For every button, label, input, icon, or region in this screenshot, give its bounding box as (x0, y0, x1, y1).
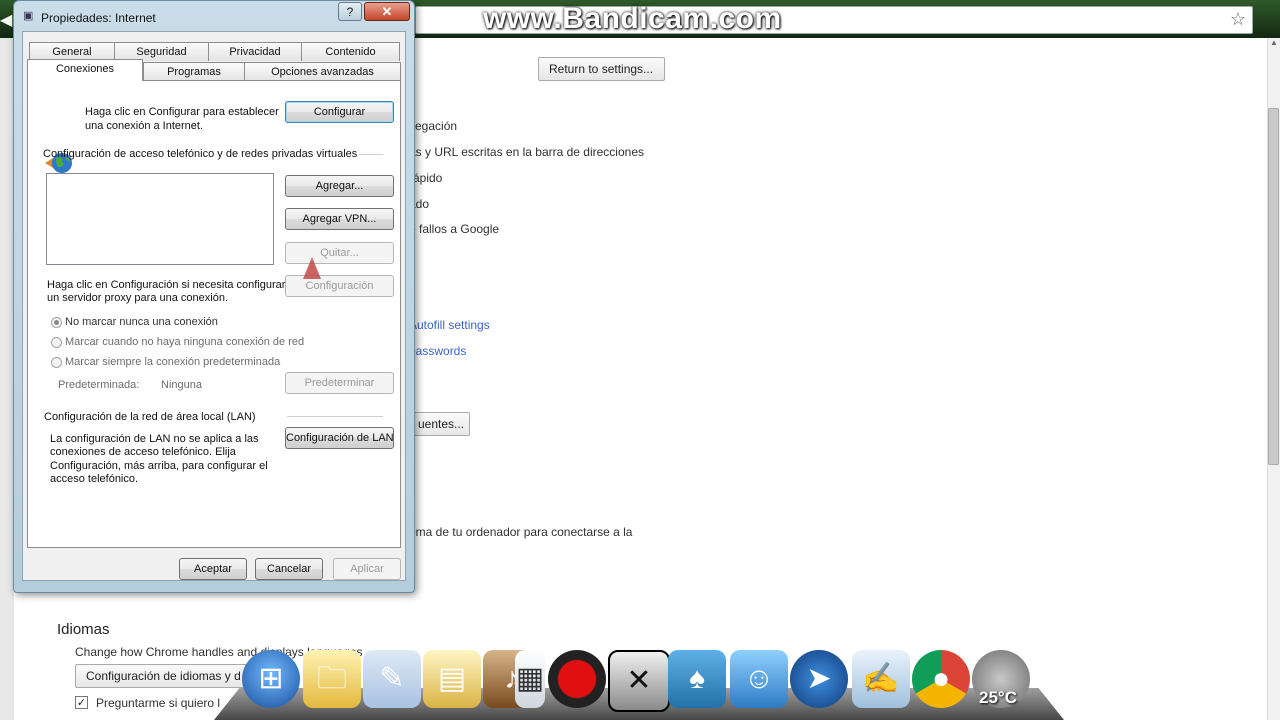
configure-button[interactable]: Configurar (285, 101, 394, 123)
default-value: Ninguna (161, 379, 202, 391)
translate-checkbox[interactable]: ✓ (75, 696, 88, 709)
tab-privacidad[interactable]: Privacidad (208, 42, 302, 61)
add-button[interactable]: Agregar... (285, 175, 394, 197)
radio-dial-when-no-network[interactable] (51, 337, 62, 348)
connections-listbox[interactable] (46, 173, 274, 265)
dialup-heading: Configuración de acceso telefónico y de … (43, 148, 358, 160)
xfire-icon[interactable]: ✕ (608, 650, 670, 712)
radio-always-dial[interactable] (51, 357, 62, 368)
remove-button[interactable]: Quitar... (285, 242, 394, 264)
intro-text-line1: Haga clic en Configurar para establecer (85, 106, 279, 118)
radio-label-dial-when-no-network: Marcar cuando no haya ninguna conexión d… (65, 336, 305, 348)
radio-never-dial[interactable] (51, 317, 62, 328)
folder-icon[interactable]: 🗀 (303, 650, 361, 708)
tab-opciones-avanzadas[interactable]: Opciones avanzadas (244, 62, 401, 81)
notepad-icon[interactable]: ✍ (852, 650, 910, 708)
connections-panel: Haga clic en Configurar para establecer … (27, 80, 401, 548)
scrollbar-thumb[interactable] (1268, 108, 1279, 465)
bookmark-star-icon[interactable]: ☆ (1230, 10, 1246, 28)
set-default-button[interactable]: Predeterminar (285, 372, 394, 394)
back-arrow-icon[interactable]: ◀ (0, 10, 12, 30)
autofill-settings-link[interactable]: Autofill settings (409, 318, 490, 332)
dialog-body: General Seguridad Privacidad Contenido C… (22, 31, 406, 581)
lan-settings-button[interactable]: Configuración de LAN (285, 427, 394, 449)
chrome-icon[interactable]: ● (912, 650, 970, 708)
radio-label-never-dial: No marcar nunca una conexión (65, 316, 218, 328)
settings-button[interactable]: Configuración (285, 275, 394, 297)
tab-conexiones[interactable]: Conexiones (27, 59, 143, 81)
windows-start-icon[interactable]: ⊞ (242, 650, 300, 708)
internet-properties-dialog: ▣ Propiedades: Internet ? ✕ General Segu… (13, 0, 415, 593)
mouse-cursor-icon (303, 257, 321, 279)
tab-contenido[interactable]: Contenido (301, 42, 400, 61)
fonts-button[interactable]: uentes... (407, 412, 470, 436)
lan-heading: Configuración de la red de área local (L… (44, 411, 256, 423)
lan-text-line2: conexiones de acceso telefónico. Elija (50, 446, 236, 458)
lan-text-line1: La configuración de LAN no se aplica a l… (50, 433, 259, 445)
language-settings-button[interactable]: Configuración de idiomas y d (75, 664, 255, 688)
languages-title: Idiomas (57, 621, 110, 638)
close-button[interactable]: ✕ (364, 2, 410, 21)
record-icon[interactable] (548, 650, 606, 708)
tab-programas[interactable]: Programas (143, 62, 245, 81)
lan-text-line3: Configuración, más arriba, para configur… (50, 460, 268, 472)
cancel-button[interactable]: Cancelar (255, 558, 323, 580)
passwords-link[interactable]: passwords (409, 344, 466, 358)
proxy-text-line2: un servidor proxy para una conexión. (47, 292, 228, 304)
dialog-title: Propiedades: Internet (41, 11, 156, 25)
settings-line: vegación (409, 119, 458, 133)
translate-label: Preguntarme si quiero l (96, 696, 221, 710)
settings-line: e fallos a Google (409, 222, 500, 236)
proxy-text-line1: Haga clic en Configuración si necesita c… (47, 279, 286, 291)
temperature-label: 25°C (979, 688, 1017, 707)
internet-options-icon: ▣ (23, 10, 34, 22)
add-vpn-button[interactable]: Agregar VPN... (285, 208, 394, 230)
media-player-icon[interactable]: ▦ (515, 650, 545, 708)
settings-line: as y URL escritas en la barra de direcci… (409, 145, 644, 159)
messenger-icon[interactable]: ☺ (730, 650, 788, 708)
network-text: ema de tu ordenador para conectarse a la (409, 525, 633, 539)
help-button[interactable]: ? (338, 2, 362, 21)
left-edge (0, 38, 14, 720)
radio-label-always-dial: Marcar siempre la conexión predeterminad… (65, 356, 281, 368)
puzzle-icon[interactable]: ♠ (668, 650, 726, 708)
intro-text-line2: una conexión a Internet. (85, 120, 204, 132)
dialog-titlebar[interactable]: ▣ Propiedades: Internet ? ✕ (14, 1, 414, 31)
separator (287, 416, 383, 417)
lan-text-line4: acceso telefónico. (50, 473, 139, 485)
ok-button[interactable]: Aceptar (179, 558, 247, 580)
scroll-up-icon[interactable]: ▲ (1268, 38, 1280, 52)
paint-icon[interactable]: ✎ (363, 650, 421, 708)
cursor-icon[interactable]: ➤ (790, 650, 848, 708)
apply-button[interactable]: Aplicar (333, 558, 401, 580)
bandicam-watermark: www.Bandicam.com (483, 2, 782, 35)
separator (359, 154, 383, 155)
return-to-settings-button[interactable]: Return to settings... (538, 57, 665, 81)
default-label: Predeterminada: (58, 379, 140, 391)
files-icon[interactable]: ▤ (423, 650, 481, 708)
